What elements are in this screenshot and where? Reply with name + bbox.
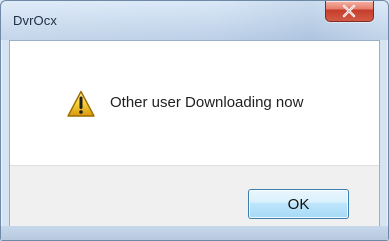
- message-area: Other user Downloading now: [10, 41, 379, 165]
- button-area: OK: [10, 165, 379, 227]
- dialog-content: Other user Downloading now OK: [9, 40, 380, 228]
- ok-button[interactable]: OK: [248, 189, 349, 219]
- dialog-window: DvrOcx Other user Downloading now OK: [0, 0, 389, 241]
- close-button[interactable]: [325, 1, 374, 22]
- title-bar[interactable]: DvrOcx: [1, 1, 388, 40]
- window-bottom-edge: [1, 226, 388, 240]
- message-text: Other user Downloading now: [110, 94, 304, 111]
- close-icon: [342, 4, 356, 18]
- window-title: DvrOcx: [13, 13, 57, 28]
- screenshot-page: DvrOcx Other user Downloading now OK: [0, 0, 389, 241]
- warning-icon: [67, 90, 95, 117]
